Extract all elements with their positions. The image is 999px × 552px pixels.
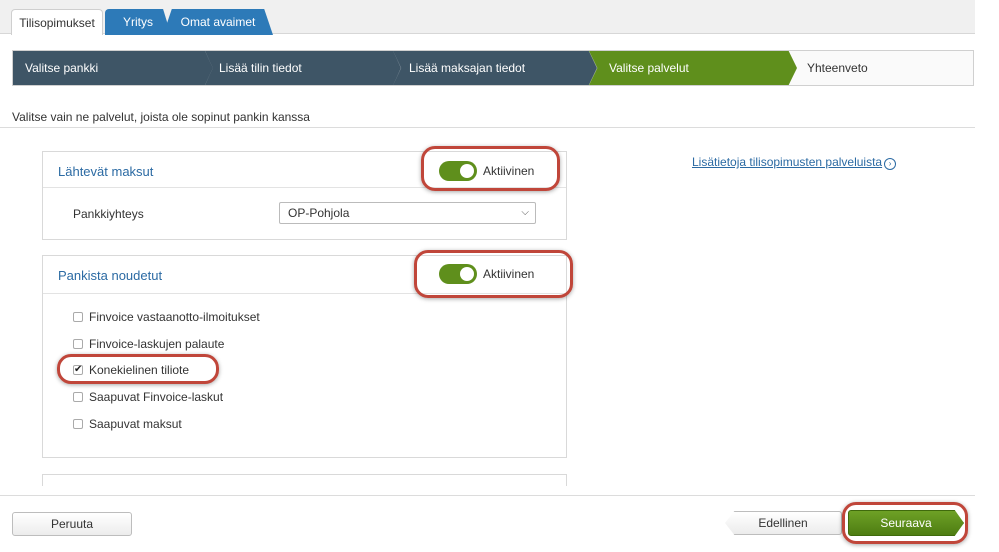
tab-tilisopimukset[interactable]: Tilisopimukset: [11, 9, 103, 35]
checkbox-label: Finvoice vastaanotto-ilmoitukset: [89, 310, 260, 324]
checkbox-incoming-finvoice[interactable]: Saapuvat Finvoice-laskut: [73, 389, 223, 405]
checkbox-finvoice-feedback[interactable]: Finvoice-laskujen palaute: [73, 336, 224, 352]
checkbox[interactable]: [73, 339, 83, 349]
checkbox[interactable]: [73, 312, 83, 322]
toggle-knob: [460, 267, 474, 281]
checkbox-incoming-payments[interactable]: Saapuvat maksut: [73, 416, 182, 432]
next-button[interactable]: Seuraava: [848, 510, 964, 536]
instruction-text: Valitse vain ne palvelut, joista ole sop…: [12, 110, 310, 124]
checkbox[interactable]: [73, 419, 83, 429]
divider: [0, 127, 975, 128]
wizard-step-valitse-palvelut: Valitse palvelut: [589, 51, 797, 85]
bank-connection-select[interactable]: OP-Pohjola ⌵: [279, 202, 536, 224]
tab-bar: Tilisopimukset Yritys Omat avaimet: [0, 0, 975, 35]
checkbox-label: Finvoice-laskujen palaute: [89, 337, 225, 351]
help-link[interactable]: Lisätietoja tilisopimusten palveluista ›: [692, 155, 897, 170]
help-link-text[interactable]: Lisätietoja tilisopimusten palveluista: [692, 155, 882, 169]
panel-next-partial: [42, 474, 567, 486]
panel-title: Pankista noudetut: [58, 268, 163, 283]
tab-yritys[interactable]: Yritys: [105, 9, 171, 35]
toggle-knob: [460, 164, 474, 178]
previous-button[interactable]: Edellinen: [725, 511, 842, 535]
panel-title: Lähtevät maksut: [58, 164, 154, 179]
tab-omat-avaimet[interactable]: Omat avaimet: [163, 9, 273, 35]
outgoing-toggle-label: Aktiivinen: [483, 164, 535, 178]
footer-divider: [0, 495, 975, 496]
info-circle-icon: ›: [884, 158, 897, 170]
incoming-active-toggle[interactable]: [439, 264, 477, 284]
bank-connection-label: Pankkiyhteys: [73, 207, 144, 221]
wizard-step-lisaa-maksajan-tiedot[interactable]: Lisää maksajan tiedot: [393, 51, 597, 85]
checkbox-label: Saapuvat Finvoice-laskut: [89, 390, 224, 404]
checkbox-finvoice-receipts[interactable]: Finvoice vastaanotto-ilmoitukset: [73, 309, 260, 325]
chevron-down-icon: ⌵: [521, 207, 529, 218]
checkbox[interactable]: [73, 392, 83, 402]
outgoing-active-toggle[interactable]: [439, 161, 477, 181]
cancel-button[interactable]: Peruuta: [12, 512, 132, 536]
wizard-steps: Valitse pankki Lisää tilin tiedot Lisää …: [12, 50, 974, 86]
incoming-toggle-label: Aktiivinen: [483, 267, 535, 281]
bank-connection-value: OP-Pohjola: [288, 206, 350, 220]
highlight-account-statement: [57, 354, 219, 384]
wizard-step-yhteenveto: Yhteenveto: [807, 61, 868, 75]
wizard-step-lisaa-tilin-tiedot[interactable]: Lisää tilin tiedot: [205, 51, 401, 85]
wizard-step-valitse-pankki[interactable]: Valitse pankki: [13, 51, 213, 85]
checkbox-label: Saapuvat maksut: [89, 417, 182, 431]
